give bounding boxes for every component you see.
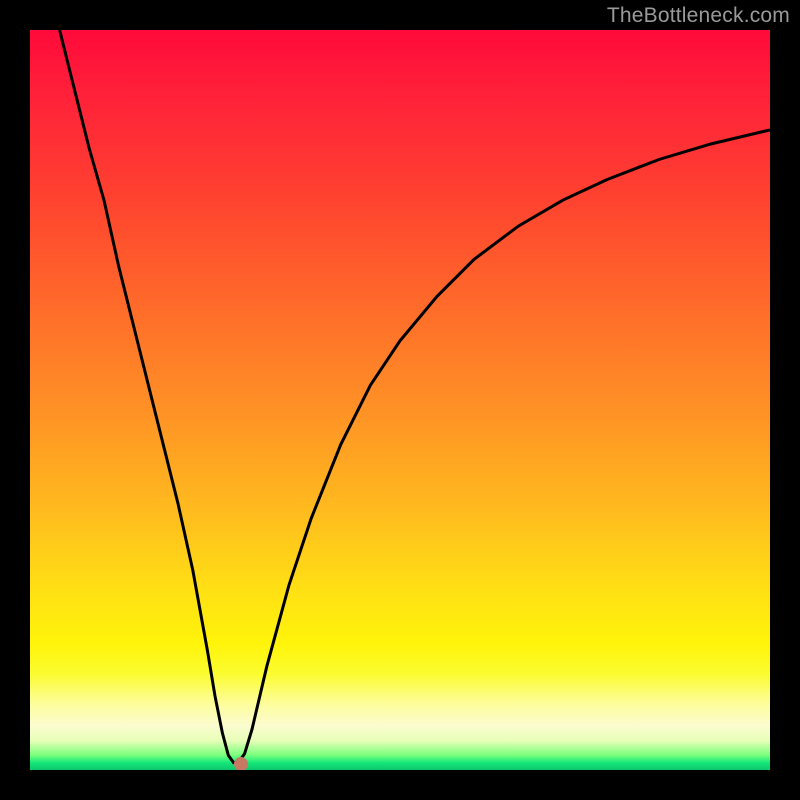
plot-area: [30, 30, 770, 770]
minimum-marker-dot: [234, 757, 248, 770]
bottleneck-curve: [60, 30, 770, 763]
chart-frame: TheBottleneck.com: [0, 0, 800, 800]
curve-svg: [30, 30, 770, 770]
watermark-text: TheBottleneck.com: [607, 4, 790, 28]
